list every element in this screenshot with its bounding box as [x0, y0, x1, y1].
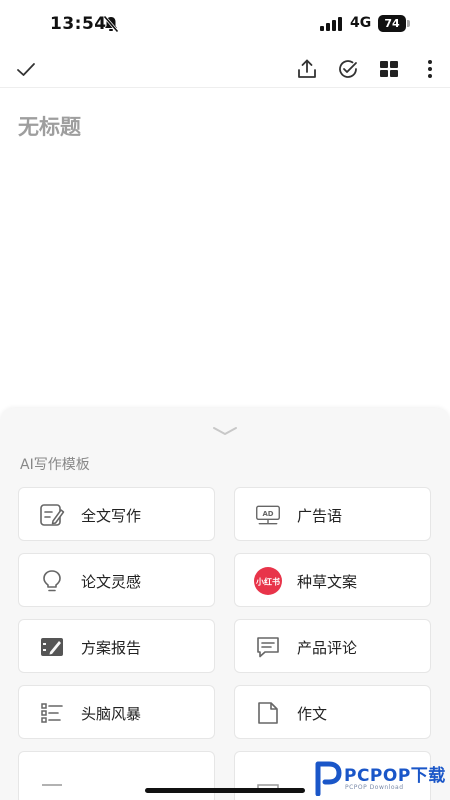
battery-level: 74	[378, 15, 406, 32]
page-icon	[258, 702, 278, 724]
check-circle-icon[interactable]	[336, 57, 360, 81]
status-time: 13:54	[50, 14, 107, 34]
template-card-paper-inspiration[interactable]: 论文灵感	[18, 553, 215, 607]
check-icon[interactable]	[14, 57, 38, 81]
ai-template-sheet: AI写作模板 全文写作 AD 广告语 论文灵感 小红书 种草文案 方案报告 产品…	[0, 408, 450, 800]
watermark: PCPOP下载 PCPOP Download	[312, 758, 450, 798]
watermark-sub: PCPOP Download	[345, 784, 404, 791]
template-label: 种草文案	[297, 573, 358, 591]
template-card-slogan[interactable]: AD 广告语	[234, 487, 431, 541]
list-icon	[41, 703, 63, 723]
pcpop-logo-icon	[315, 761, 342, 796]
battery-icon: 74	[378, 15, 410, 32]
template-label: 论文灵感	[81, 573, 142, 591]
template-label: 方案报告	[81, 639, 142, 657]
logo-text: 小红书	[255, 577, 280, 587]
template-label: 全文写作	[81, 507, 142, 525]
template-card-seeding-copy[interactable]: 小红书 种草文案	[234, 553, 431, 607]
share-icon[interactable]	[295, 57, 319, 81]
template-card-full-writing[interactable]: 全文写作	[18, 487, 215, 541]
status-bar: 13:54 4G 74	[0, 0, 450, 48]
template-card-brainstorm[interactable]: 头脑风暴	[18, 685, 215, 739]
lightbulb-icon	[43, 570, 61, 592]
template-card-plan-report[interactable]: 方案报告	[18, 619, 215, 673]
section-label: AI写作模板	[20, 457, 90, 473]
more-vertical-icon[interactable]	[418, 57, 442, 81]
template-label: 作文	[297, 705, 328, 723]
document-title-input[interactable]: 无标题	[18, 111, 81, 141]
network-type: 4G	[350, 15, 372, 31]
xiaohongshu-logo-icon: 小红书	[254, 567, 282, 595]
editor-toolbar	[0, 50, 450, 88]
template-label: 头脑风暴	[81, 705, 142, 723]
signal-icon	[320, 17, 342, 31]
home-indicator[interactable]	[145, 788, 305, 793]
template-label: 产品评论	[297, 639, 358, 657]
chevron-down-icon[interactable]	[212, 426, 238, 436]
template-card-essay[interactable]: 作文	[234, 685, 431, 739]
watermark-brand: PCPOP下载	[344, 766, 446, 786]
edit-document-icon	[40, 504, 65, 526]
svg-text:AD: AD	[262, 510, 273, 518]
template-card-product-review[interactable]: 产品评论	[234, 619, 431, 673]
bell-muted-icon	[103, 15, 119, 33]
comment-icon	[257, 637, 279, 658]
ad-monitor-icon: AD	[256, 505, 280, 525]
grid-icon[interactable]	[377, 57, 401, 81]
report-icon	[41, 638, 63, 656]
document-icon	[42, 784, 62, 786]
template-label: 广告语	[297, 507, 343, 525]
